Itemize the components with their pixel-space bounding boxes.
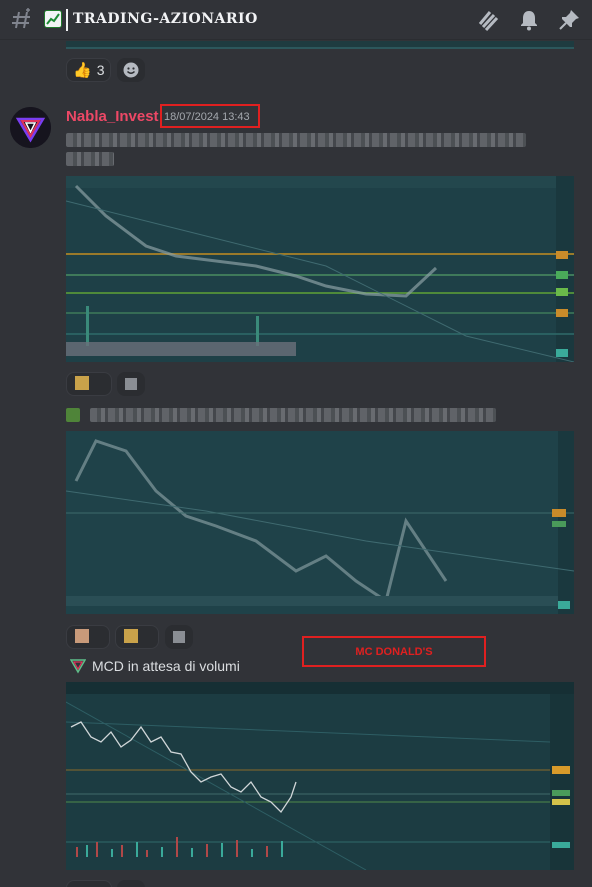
reaction-thumbs-up[interactable]: 👍 3 (66, 58, 112, 82)
blurred-text-line (90, 408, 496, 422)
username[interactable]: Nabla_Invest (66, 108, 159, 125)
message-caption: MCD in attesa di volumi (70, 658, 240, 674)
chart-increasing-icon (44, 10, 62, 28)
chart-image-1[interactable] (66, 176, 574, 362)
add-reaction-button[interactable] (117, 372, 145, 396)
pin-icon[interactable] (557, 8, 581, 32)
blurred-emoji-icon (73, 627, 91, 648)
threads-icon[interactable] (476, 8, 500, 32)
thumbs-up-icon: 👍 (73, 61, 92, 79)
add-reaction-button[interactable] (165, 625, 193, 649)
add-reaction-button[interactable] (117, 880, 145, 887)
blurred-emoji (66, 408, 80, 422)
channel-name: TRADING-AZIONARIO (73, 11, 258, 27)
smile-icon (173, 631, 185, 643)
smile-icon (123, 62, 139, 78)
blurred-emoji-icon (73, 374, 91, 395)
bell-icon[interactable] (517, 8, 541, 32)
add-reaction-button[interactable] (117, 58, 145, 82)
reaction-partial[interactable] (66, 880, 112, 887)
reaction-blurred[interactable] (115, 625, 159, 649)
blurred-emoji-icon (122, 627, 140, 648)
blurred-text-line (66, 152, 114, 166)
previous-image-bottom (66, 41, 574, 49)
hash-icon (12, 8, 30, 29)
reaction-blurred[interactable] (66, 625, 110, 649)
blurred-text-line (66, 133, 526, 147)
header-divider (66, 9, 68, 31)
chart-image-3[interactable] (66, 682, 574, 870)
reaction-blurred[interactable] (66, 372, 112, 396)
avatar[interactable] (10, 107, 51, 148)
channel-header: TRADING-AZIONARIO (0, 0, 592, 40)
mcdonalds-label: MC DONALD'S (302, 636, 486, 667)
chart-image-2[interactable] (66, 431, 574, 614)
timestamp: 18/07/2024 13:43 (164, 111, 250, 123)
nabla-triangle-icon (70, 659, 86, 674)
caption-text: MCD in attesa di volumi (92, 658, 240, 674)
smile-icon (125, 378, 137, 390)
reaction-count: 3 (96, 62, 105, 78)
